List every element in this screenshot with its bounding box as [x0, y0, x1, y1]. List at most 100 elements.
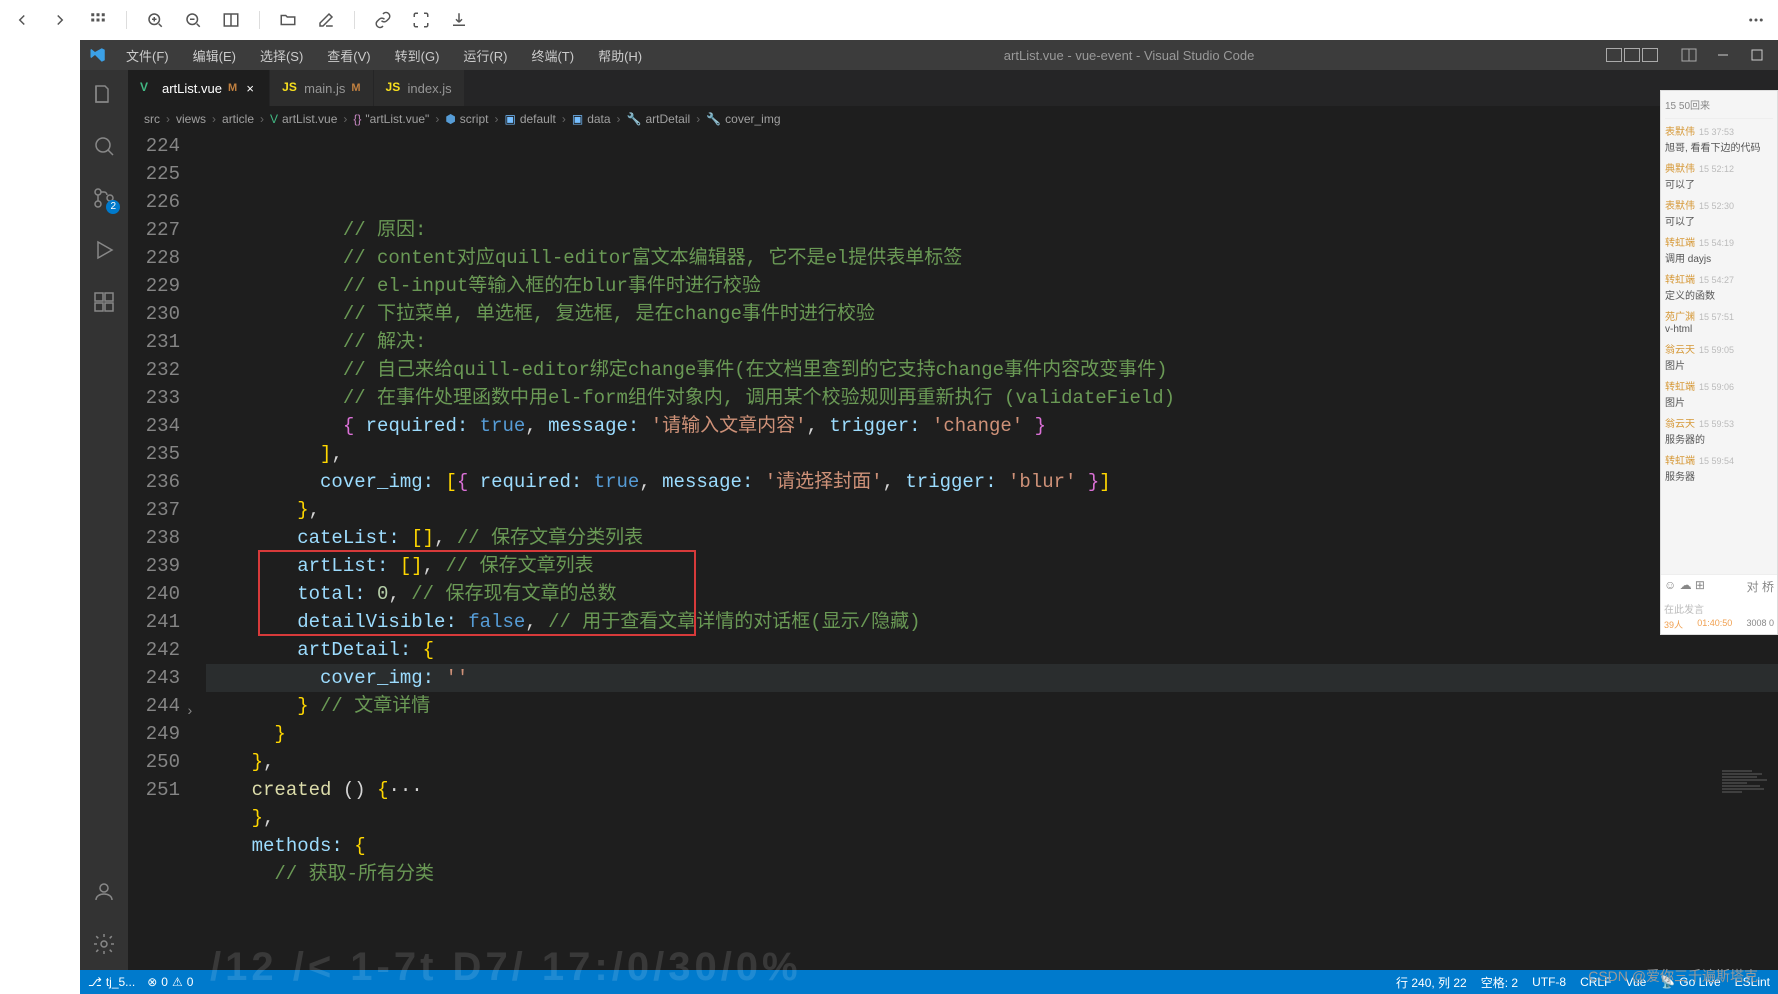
code-line[interactable]: ], [206, 440, 1778, 468]
breadcrumb-item[interactable]: src [144, 112, 160, 126]
chat-message: 翁云天15 59:53服务器的 [1665, 415, 1773, 446]
menu-terminal[interactable]: 终端(T) [521, 42, 584, 69]
editor-tab[interactable]: JSindex.js [374, 70, 465, 106]
code-line[interactable]: { required: true, message: '请输入文章内容', tr… [206, 412, 1778, 440]
editor-tab[interactable]: VartList.vueM× [128, 70, 270, 106]
code-line[interactable]: // el-input等输入框的在blur事件时进行校验 [206, 272, 1778, 300]
code-line[interactable]: cover_img: [{ required: true, message: '… [206, 468, 1778, 496]
code-line[interactable]: artList: [], // 保存文章列表 [206, 552, 1778, 580]
layout-icons[interactable] [1606, 48, 1658, 62]
zoom-out-icon[interactable] [183, 10, 203, 30]
vscode-window: 文件(F) 编辑(E) 选择(S) 查看(V) 转到(G) 运行(R) 终端(T… [80, 40, 1778, 994]
forward-icon[interactable] [50, 10, 70, 30]
settings-icon[interactable] [90, 930, 118, 958]
zoom-in-icon[interactable] [145, 10, 165, 30]
breadcrumb-item[interactable]: V artList.vue [270, 112, 337, 126]
indent-spaces[interactable]: 空格: 2 [1481, 974, 1518, 991]
chat-message: 典默伟15 52:12可以了 [1665, 160, 1773, 191]
chat-message: 转虹端15 59:54服务器 [1665, 452, 1773, 483]
code-line[interactable]: // 下拉菜单, 单选框, 复选框, 是在change事件时进行校验 [206, 300, 1778, 328]
chat-message: 翁云天15 59:05图片 [1665, 341, 1773, 372]
fullscreen-icon[interactable] [411, 10, 431, 30]
code-editor[interactable]: 2242252262272282292302312322332342352362… [128, 132, 1778, 970]
editor-area: VartList.vueM×JSmain.jsMJSindex.js src›v… [128, 70, 1778, 970]
code-line[interactable]: }, [206, 804, 1778, 832]
chat-toolbar[interactable]: ☺ ☁ ⊞ 对 桥 [1664, 578, 1774, 595]
code-line[interactable]: }, [206, 496, 1778, 524]
code-line[interactable]: // 原因: [206, 216, 1778, 244]
apps-icon[interactable] [88, 10, 108, 30]
breadcrumb-item[interactable]: views [176, 112, 206, 126]
menu-run[interactable]: 运行(R) [453, 42, 517, 69]
download-icon[interactable] [449, 10, 469, 30]
close-tab-icon[interactable]: × [243, 81, 257, 95]
chat-panel: 15 50回来 表默伟15 37:53旭哥, 看看下边的代码典默伟15 52:1… [1660, 90, 1778, 635]
chat-input-placeholder[interactable]: 在此发言 [1664, 599, 1774, 618]
encoding[interactable]: UTF-8 [1532, 975, 1566, 989]
source-control-icon[interactable]: 2 [90, 184, 118, 212]
code-line[interactable]: methods: { [206, 832, 1778, 860]
breadcrumb-item[interactable]: ▣ default [504, 112, 555, 126]
code-line[interactable]: } [206, 720, 1778, 748]
window-title: artList.vue - vue-event - Visual Studio … [652, 48, 1606, 63]
code-line[interactable]: total: 0, // 保存现有文章的总数 [206, 580, 1778, 608]
git-branch[interactable]: ⎇ tj_5... [88, 975, 135, 989]
editor-tab[interactable]: JSmain.jsM [270, 70, 373, 106]
code-line[interactable]: created () {··· [206, 776, 1778, 804]
menu-view[interactable]: 查看(V) [317, 42, 380, 69]
back-icon[interactable] [12, 10, 32, 30]
menu-selection[interactable]: 选择(S) [250, 42, 313, 69]
time-display: 01:40:50 [1697, 618, 1732, 631]
split-view-icon[interactable] [221, 10, 241, 30]
breadcrumb-item[interactable]: 🔧 artDetail [627, 112, 691, 126]
chat-message: 表默伟15 37:53旭哥, 看看下边的代码 [1665, 123, 1773, 154]
code-line[interactable]: // 在事件处理函数中用el-form组件对象内, 调用某个校验规则再重新执行 … [206, 384, 1778, 412]
code-line[interactable]: cover_img: '' [206, 664, 1778, 692]
account-icon[interactable] [90, 878, 118, 906]
breadcrumb-item[interactable]: ▣ data [572, 112, 611, 126]
cursor-position[interactable]: 行 240, 列 22 [1396, 974, 1467, 991]
breadcrumb-item[interactable]: article [222, 112, 254, 126]
errors-count[interactable]: ⊗ 0 ⚠ 0 [147, 975, 193, 989]
link-icon[interactable] [373, 10, 393, 30]
menu-help[interactable]: 帮助(H) [588, 42, 652, 69]
code-line[interactable]: // 解决: [206, 328, 1778, 356]
breadcrumb-item[interactable]: {} "artList.vue" [353, 112, 429, 126]
minimize-icon[interactable] [1710, 45, 1736, 65]
code-line[interactable]: // 获取-所有分类 [206, 860, 1778, 888]
chat-message: 表默伟15 52:30可以了 [1665, 197, 1773, 228]
menu-go[interactable]: 转到(G) [385, 42, 450, 69]
code-line[interactable]: // content对应quill-editor富文本编辑器, 它不是el提供表… [206, 244, 1778, 272]
minimap[interactable] [1718, 770, 1778, 970]
titlebar: 文件(F) 编辑(E) 选择(S) 查看(V) 转到(G) 运行(R) 终端(T… [80, 40, 1778, 70]
breadcrumb-item[interactable]: ⬢ script [445, 112, 488, 126]
editor-tabs: VartList.vueM×JSmain.jsMJSindex.js [128, 70, 1778, 106]
code-line[interactable]: // 自己来给quill-editor绑定change事件(在文档里查到的它支持… [206, 356, 1778, 384]
breadcrumb-item[interactable]: 🔧 cover_img [706, 112, 780, 126]
search-icon[interactable] [90, 132, 118, 160]
menu-bar: 文件(F) 编辑(E) 选择(S) 查看(V) 转到(G) 运行(R) 终端(T… [116, 42, 652, 69]
chat-message: 转虹端15 54:19调用 dayjs [1665, 234, 1773, 265]
code-line[interactable]: cateList: [], // 保存文章分类列表 [206, 524, 1778, 552]
menu-edit[interactable]: 编辑(E) [183, 42, 246, 69]
run-debug-icon[interactable] [90, 236, 118, 264]
folder-icon[interactable] [278, 10, 298, 30]
csdn-watermark: CSDN @爱你三千遍斯塔克 [1588, 966, 1758, 986]
chat-message: 转虹端15 54:27定义的函数 [1665, 271, 1773, 302]
extensions-icon[interactable] [90, 288, 118, 316]
vscode-logo-icon [80, 46, 116, 64]
code-line[interactable]: } // 文章详情 [206, 692, 1778, 720]
code-line[interactable]: detailVisible: false, // 用于查看文章详情的对话框(显示… [206, 608, 1778, 636]
menu-file[interactable]: 文件(F) [116, 42, 179, 69]
breadcrumb[interactable]: src›views›article›V artList.vue›{} "artL… [128, 106, 1778, 132]
split-editor-icon[interactable] [1676, 45, 1702, 65]
more-icon[interactable] [1746, 10, 1766, 30]
code-line[interactable]: }, [206, 748, 1778, 776]
chat-message: 苑广渊15 57:51v-html [1665, 308, 1773, 335]
code-line[interactable]: artDetail: { [206, 636, 1778, 664]
explorer-icon[interactable] [90, 80, 118, 108]
maximize-icon[interactable] [1744, 45, 1770, 65]
edit-icon[interactable] [316, 10, 336, 30]
extra-stats: 3008 0 [1746, 618, 1774, 631]
viewer-count: 39人 [1664, 618, 1683, 631]
